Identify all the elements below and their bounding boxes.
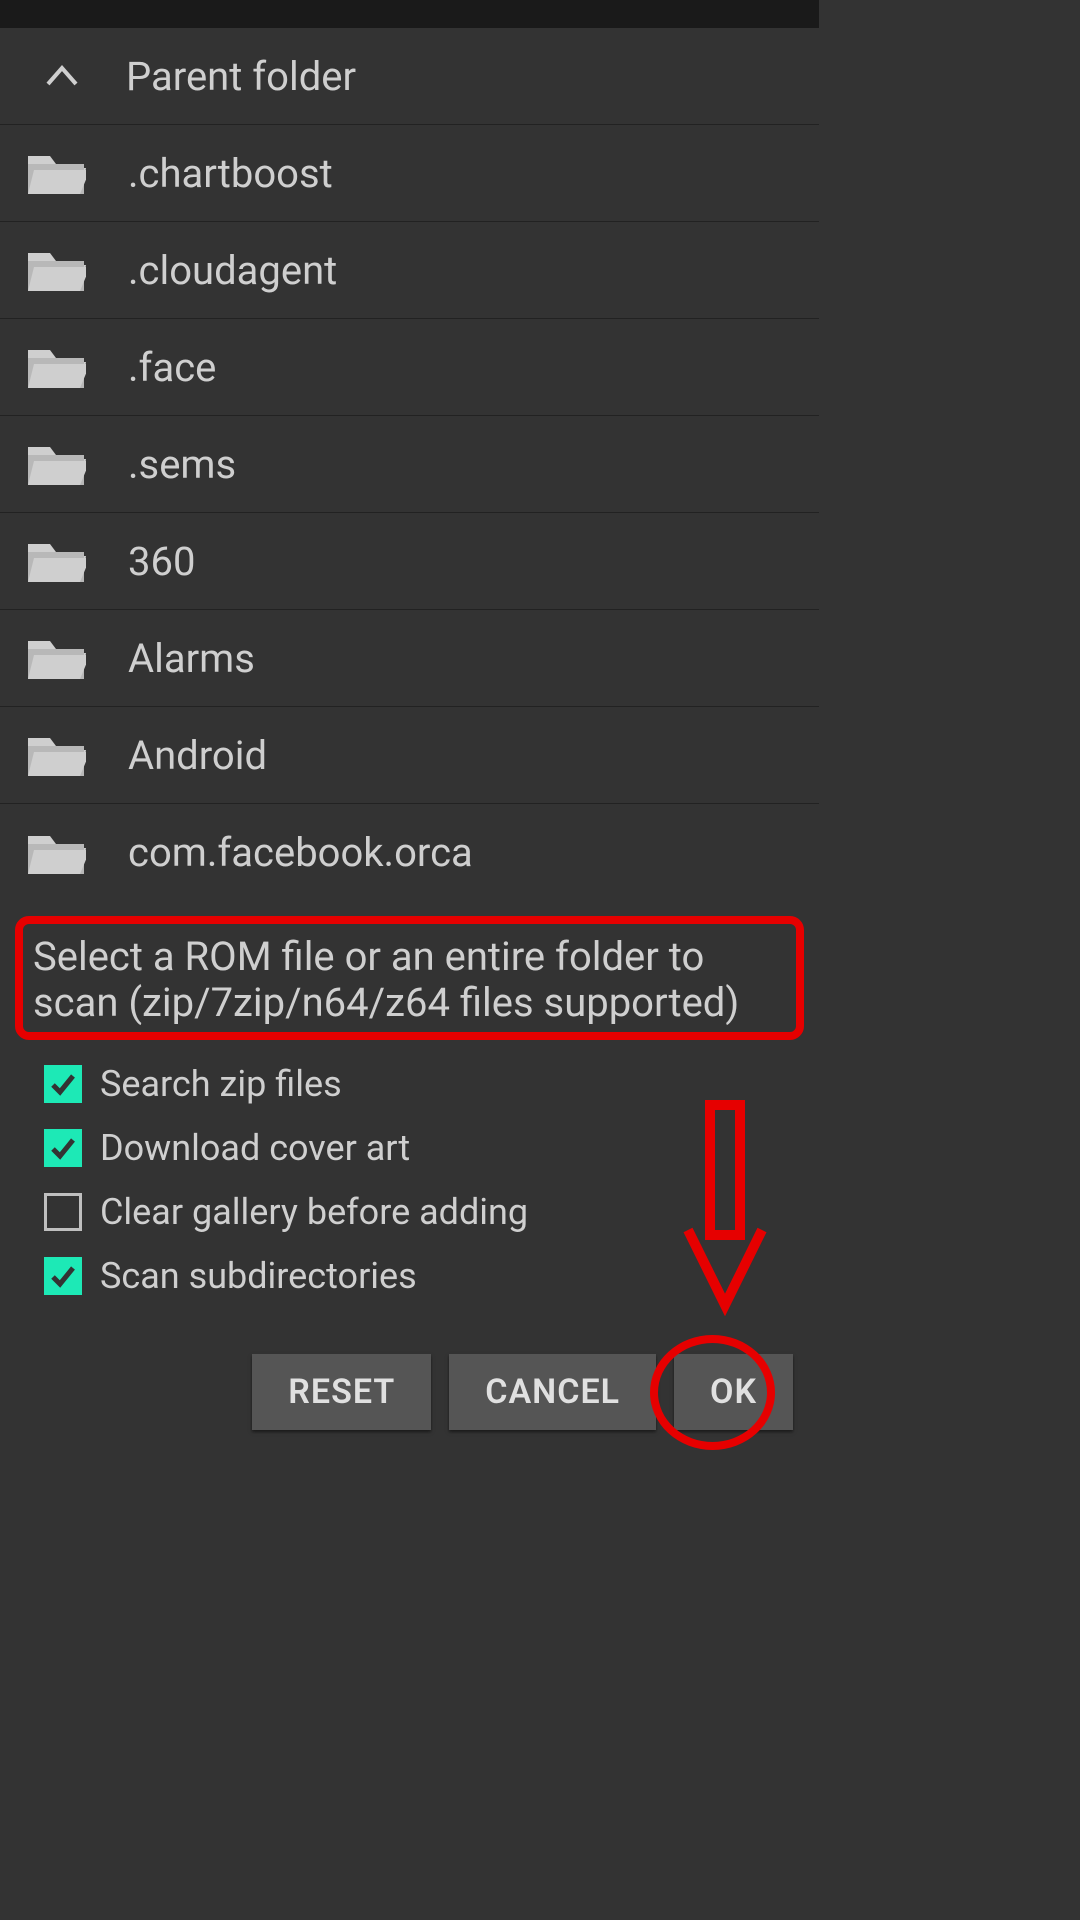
- folder-row[interactable]: com.facebook.orca: [0, 804, 819, 901]
- folder-row[interactable]: .sems: [0, 416, 819, 513]
- instruction-text: Select a ROM file or an entire folder to…: [33, 934, 786, 1026]
- folder-row[interactable]: Android: [0, 707, 819, 804]
- checkbox[interactable]: [44, 1065, 82, 1103]
- parent-folder-label: Parent folder: [126, 53, 356, 100]
- folder-label: .cloudagent: [128, 247, 337, 294]
- cancel-button[interactable]: CANCEL: [449, 1354, 656, 1430]
- folder-icon: [28, 732, 86, 778]
- option-label: Clear gallery before adding: [100, 1191, 528, 1233]
- folder-label: .face: [128, 344, 216, 391]
- folder-icon: [28, 441, 86, 487]
- folder-label: 360: [128, 538, 195, 585]
- checkbox[interactable]: [44, 1129, 82, 1167]
- annotation-arrow-icon: [680, 1100, 770, 1320]
- checkbox[interactable]: [44, 1257, 82, 1295]
- folder-row[interactable]: .cloudagent: [0, 222, 819, 319]
- folder-icon: [28, 538, 86, 584]
- folder-label: Alarms: [128, 635, 255, 682]
- folder-label: .chartboost: [128, 150, 333, 197]
- reset-button[interactable]: RESET: [252, 1354, 431, 1430]
- folder-icon: [28, 247, 86, 293]
- folder-row[interactable]: .chartboost: [0, 125, 819, 222]
- folder-icon: [28, 830, 86, 876]
- instruction-highlight: Select a ROM file or an entire folder to…: [15, 916, 804, 1040]
- folder-label: com.facebook.orca: [128, 829, 473, 876]
- parent-folder-row[interactable]: Parent folder: [0, 28, 819, 125]
- folder-label: .sems: [128, 441, 236, 488]
- folder-row[interactable]: .face: [0, 319, 819, 416]
- folder-icon: [28, 150, 86, 196]
- file-picker-dialog: Parent folder .chartboost .cloudagent .fac…: [0, 0, 819, 1455]
- dialog-footer: RESET CANCEL OK: [0, 1354, 819, 1430]
- chevron-up-icon: [40, 54, 84, 98]
- status-bar: [0, 0, 819, 28]
- option-label: Download cover art: [100, 1127, 410, 1169]
- folder-icon: [28, 635, 86, 681]
- option-label: Scan subdirectories: [100, 1255, 417, 1297]
- checkbox[interactable]: [44, 1193, 82, 1231]
- folder-icon: [28, 344, 86, 390]
- folder-row[interactable]: Alarms: [0, 610, 819, 707]
- folder-row[interactable]: 360: [0, 513, 819, 610]
- option-label: Search zip files: [100, 1063, 342, 1105]
- folder-label: Android: [128, 732, 267, 779]
- ok-button[interactable]: OK: [674, 1354, 793, 1430]
